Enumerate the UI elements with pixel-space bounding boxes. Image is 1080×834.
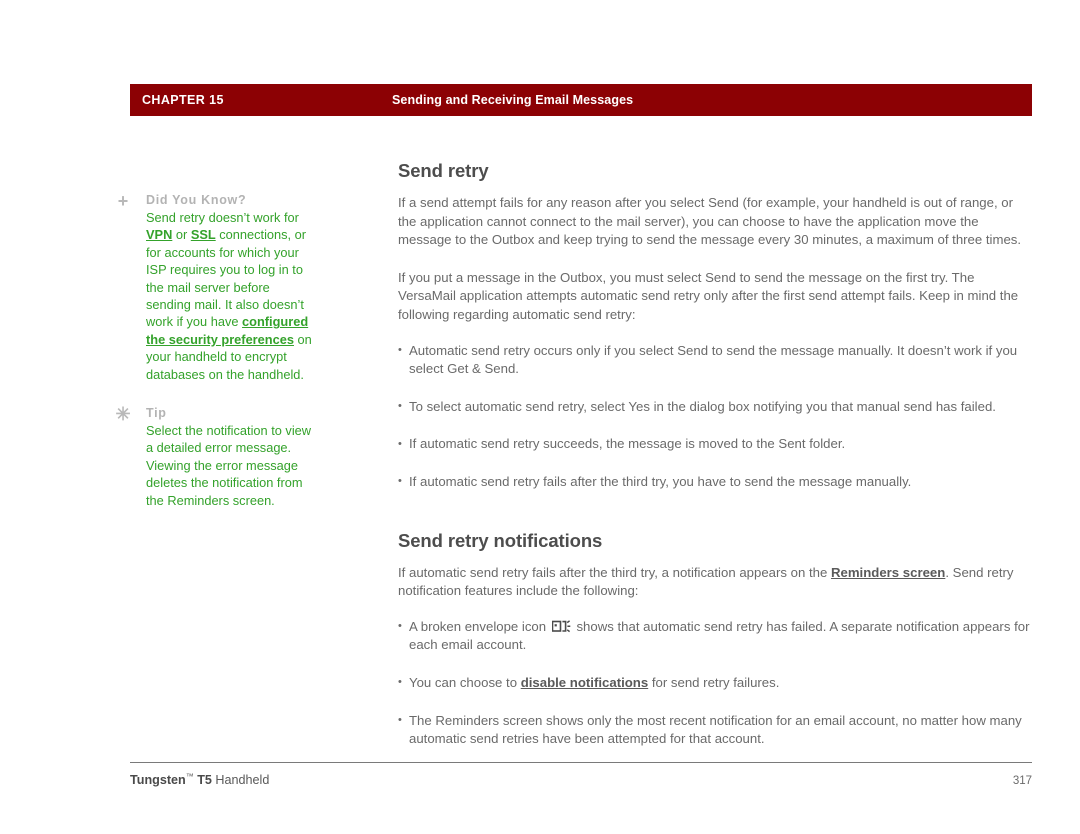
footer-product-rest: Handheld <box>211 773 270 787</box>
list-item: Automatic send retry occurs only if you … <box>398 341 1032 379</box>
paragraph-text: If automatic send retry fails after the … <box>398 564 831 580</box>
broken-envelope-icon <box>551 619 571 633</box>
link-vpn[interactable]: VPN <box>146 227 172 242</box>
footer-divider <box>130 762 1032 763</box>
list-item: If automatic send retry succeeds, the me… <box>398 435 1032 454</box>
footer-product-name: Tungsten™ T5 Handheld <box>130 772 269 787</box>
note-body-did-you-know: Send retry doesn’t work for VPN or SSL c… <box>146 209 318 383</box>
page-number: 317 <box>1012 775 1032 787</box>
list-item-text: You can choose to <box>409 674 521 690</box>
list-item-disable-notifications: You can choose to disable notifications … <box>398 673 1032 693</box>
list-item-broken-envelope: A broken envelope icon shows that automa… <box>398 617 1032 655</box>
note-text: or <box>172 227 191 243</box>
note-label-did-you-know: Did You Know? <box>146 193 247 207</box>
paragraph-notification-intro: If automatic send retry fails after the … <box>398 564 1032 601</box>
sidebar-notes: + Did You Know? Send retry doesn’t work … <box>112 192 317 531</box>
paragraph-send-retry-intro: If a send attempt fails for any reason a… <box>398 195 1022 248</box>
note-body-tip: Select the notification to view a detail… <box>146 423 312 508</box>
note-did-you-know: + Did You Know? Send retry doesn’t work … <box>112 192 317 383</box>
page-footer: Tungsten™ T5 Handheld 317 <box>130 772 1032 787</box>
link-ssl[interactable]: SSL <box>191 227 216 242</box>
page-header-band: CHAPTER 15 Sending and Receiving Email M… <box>130 84 1032 116</box>
link-disable-notifications[interactable]: disable notifications <box>521 675 649 690</box>
paragraph-outbox-note: If you put a message in the Outbox, you … <box>398 269 1019 322</box>
main-content: Send retry If a send attempt fails for a… <box>398 160 1032 768</box>
list-item-text: A broken envelope icon <box>409 618 550 634</box>
section-title-send-retry: Send retry <box>398 160 489 181</box>
note-label-tip: Tip <box>146 406 167 421</box>
note-text: Send retry doesn’t work for <box>146 210 299 225</box>
plus-icon: + <box>117 191 129 211</box>
link-reminders-screen[interactable]: Reminders screen <box>831 565 945 580</box>
header-chapter-label: CHAPTER 15 <box>142 93 224 107</box>
list-item-text: for send retry failures. <box>648 674 780 690</box>
asterisk-icon: ✳ <box>115 404 131 425</box>
list-item: The Reminders screen shows only the most… <box>398 711 1032 749</box>
list-item: To select automatic send retry, select Y… <box>398 397 1032 417</box>
list-item: If automatic send retry fails after the … <box>398 472 1032 492</box>
note-tip: ✳ Tip Select the notification to view a … <box>112 405 317 509</box>
trademark-icon: ™ <box>185 772 194 781</box>
footer-model-bold: T5 <box>197 773 212 787</box>
header-section-title: Sending and Receiving Email Messages <box>392 93 634 107</box>
footer-product-bold: Tungsten <box>130 773 186 787</box>
section-title-send-retry-notifications: Send retry notifications <box>398 529 603 551</box>
